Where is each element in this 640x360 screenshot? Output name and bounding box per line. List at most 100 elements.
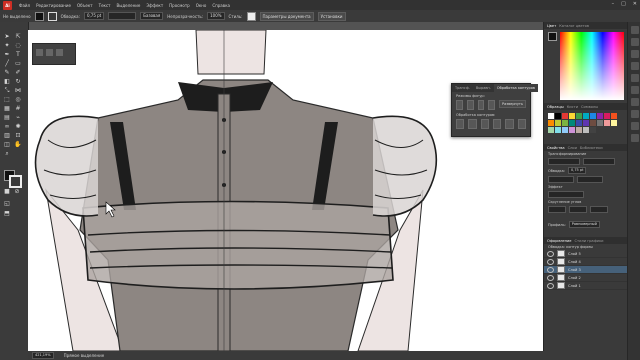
- links-panel-icon[interactable]: [630, 134, 639, 142]
- tab-color-guide[interactable]: Каталог цветов: [559, 24, 589, 28]
- appearance-panel-icon[interactable]: [630, 110, 639, 118]
- mesh-tool-icon[interactable]: #: [14, 105, 22, 113]
- tab-layers[interactable]: Слои: [568, 146, 577, 150]
- crop-button[interactable]: [492, 119, 502, 129]
- stroke-swatch[interactable]: [47, 11, 57, 21]
- transparency-panel-icon[interactable]: [630, 98, 639, 106]
- visibility-eye-icon[interactable]: [547, 282, 554, 289]
- swatches-panel-icon[interactable]: [630, 38, 639, 46]
- layer-row-selected[interactable]: Слой 3: [544, 266, 628, 274]
- stroke-panel-icon[interactable]: [630, 74, 639, 82]
- magic-wand-tool-icon[interactable]: ✦: [3, 42, 11, 50]
- minus-front-button[interactable]: [466, 100, 474, 110]
- corner-field-1[interactable]: [548, 206, 566, 213]
- visibility-eye-icon[interactable]: [547, 250, 554, 257]
- props-field-3[interactable]: [548, 176, 574, 183]
- menu-select[interactable]: Выделение: [113, 3, 143, 8]
- screen-mode-icon[interactable]: ⬒: [3, 210, 11, 218]
- tab-pathfinder[interactable]: Обработка контуров: [493, 84, 538, 92]
- opacity-field[interactable]: 100%: [207, 12, 225, 20]
- tab-libraries[interactable]: Библиотеки: [580, 146, 603, 150]
- type-tool-icon[interactable]: T: [14, 51, 22, 59]
- menu-window[interactable]: Окно: [193, 3, 210, 8]
- artboard-canvas[interactable]: [28, 30, 543, 351]
- tab-symbols[interactable]: Символы: [581, 105, 598, 109]
- stroke-weight-field[interactable]: 0,75 pt: [83, 12, 105, 20]
- variable-width-select[interactable]: [108, 12, 137, 20]
- symbols-panel-icon[interactable]: [630, 62, 639, 70]
- props-field-5[interactable]: [548, 191, 584, 198]
- visibility-eye-icon[interactable]: [547, 258, 554, 265]
- menu-edit[interactable]: Редактирование: [33, 3, 74, 8]
- perspective-grid-tool-icon[interactable]: ▦: [3, 105, 11, 113]
- tab-color[interactable]: Цвет: [547, 24, 556, 28]
- rotate-tool-icon[interactable]: ↻: [14, 78, 22, 86]
- zoom-field[interactable]: 421,19%: [32, 352, 54, 359]
- gradient-tool-icon[interactable]: ▤: [3, 114, 11, 122]
- intersect-button[interactable]: [477, 100, 485, 110]
- document-setup-button[interactable]: Параметры документа: [259, 11, 314, 21]
- eyedropper-tool-icon[interactable]: ⌁: [14, 114, 22, 122]
- menu-effect[interactable]: Эффект: [143, 3, 166, 8]
- brush-icon-3[interactable]: [56, 49, 63, 56]
- pencil-tool-icon[interactable]: ✐: [14, 69, 22, 77]
- layer-row[interactable]: Слой 5: [544, 250, 628, 258]
- maximize-button[interactable]: □: [621, 1, 626, 7]
- symbol-sprayer-tool-icon[interactable]: ✺: [14, 123, 22, 131]
- color-spectrum[interactable]: [548, 32, 624, 100]
- tab-brushes[interactable]: Кисти: [567, 105, 578, 109]
- shape-builder-tool-icon[interactable]: ◎: [14, 96, 22, 104]
- rectangle-tool-icon[interactable]: ▭: [14, 60, 22, 68]
- drawing-modes-icon[interactable]: ◱: [3, 200, 11, 208]
- height-field[interactable]: [583, 158, 615, 165]
- layer-row[interactable]: Слой 4: [544, 258, 628, 266]
- merge-button[interactable]: [480, 119, 489, 129]
- divide-button[interactable]: [456, 119, 465, 129]
- menu-type[interactable]: Текст: [96, 3, 114, 8]
- layers-panel-icon[interactable]: [630, 122, 639, 130]
- tab-graphic-styles[interactable]: Стили графики: [575, 239, 604, 243]
- brushes-panel-icon[interactable]: [630, 50, 639, 58]
- exclude-button[interactable]: [488, 100, 495, 110]
- brush-tool-icon[interactable]: ✎: [3, 69, 11, 77]
- corner-field-2[interactable]: [569, 206, 587, 213]
- blend-tool-icon[interactable]: ∞: [3, 123, 11, 131]
- lasso-tool-icon[interactable]: ◌: [14, 42, 22, 50]
- free-transform-tool-icon[interactable]: ⬚: [3, 96, 11, 104]
- color-mode-icon[interactable]: ■: [3, 188, 11, 196]
- tab-appearance[interactable]: Оформление: [547, 239, 572, 243]
- visibility-eye-icon[interactable]: [547, 266, 554, 273]
- close-button[interactable]: ✕: [633, 1, 637, 7]
- menu-object[interactable]: Объект: [74, 3, 96, 8]
- tab-align[interactable]: Выравн.: [473, 84, 494, 92]
- line-tool-icon[interactable]: ╱: [3, 60, 11, 68]
- spectrum-field[interactable]: [560, 32, 624, 100]
- gradient-panel-icon[interactable]: [630, 86, 639, 94]
- width-field[interactable]: [548, 158, 580, 165]
- style-swatch[interactable]: [246, 11, 256, 21]
- brush-icon-2[interactable]: [46, 49, 53, 56]
- menu-view[interactable]: Просмотр: [166, 3, 193, 8]
- zoom-tool-icon[interactable]: ⌕: [3, 150, 11, 158]
- selection-tool-icon[interactable]: ➤: [3, 33, 11, 41]
- minus-back-button[interactable]: [517, 119, 526, 129]
- stroke-color-icon[interactable]: [9, 175, 22, 188]
- color-fill-icon[interactable]: [548, 32, 557, 41]
- expand-button[interactable]: Развернуть: [499, 100, 527, 108]
- trim-button[interactable]: [468, 119, 477, 129]
- direct-selection-tool-icon[interactable]: ⇱: [14, 33, 22, 41]
- graph-tool-icon[interactable]: ▥: [3, 132, 11, 140]
- layer-row[interactable]: Слой 2: [544, 274, 628, 282]
- none-mode-icon[interactable]: ⊘: [13, 188, 21, 196]
- color-panel-icon[interactable]: [630, 26, 639, 34]
- brush-select[interactable]: Базовая: [140, 12, 164, 20]
- scale-tool-icon[interactable]: ⤡: [3, 87, 11, 95]
- tab-swatches[interactable]: Образцы: [547, 105, 564, 109]
- width-tool-icon[interactable]: ⋈: [14, 87, 22, 95]
- visibility-eye-icon[interactable]: [547, 274, 554, 281]
- eraser-tool-icon[interactable]: ◧: [3, 78, 11, 86]
- corner-field-3[interactable]: [590, 206, 608, 213]
- brush-icon-1[interactable]: [36, 49, 43, 56]
- profile-select[interactable]: Равномерный: [568, 221, 600, 228]
- pen-tool-icon[interactable]: ✒: [3, 51, 11, 59]
